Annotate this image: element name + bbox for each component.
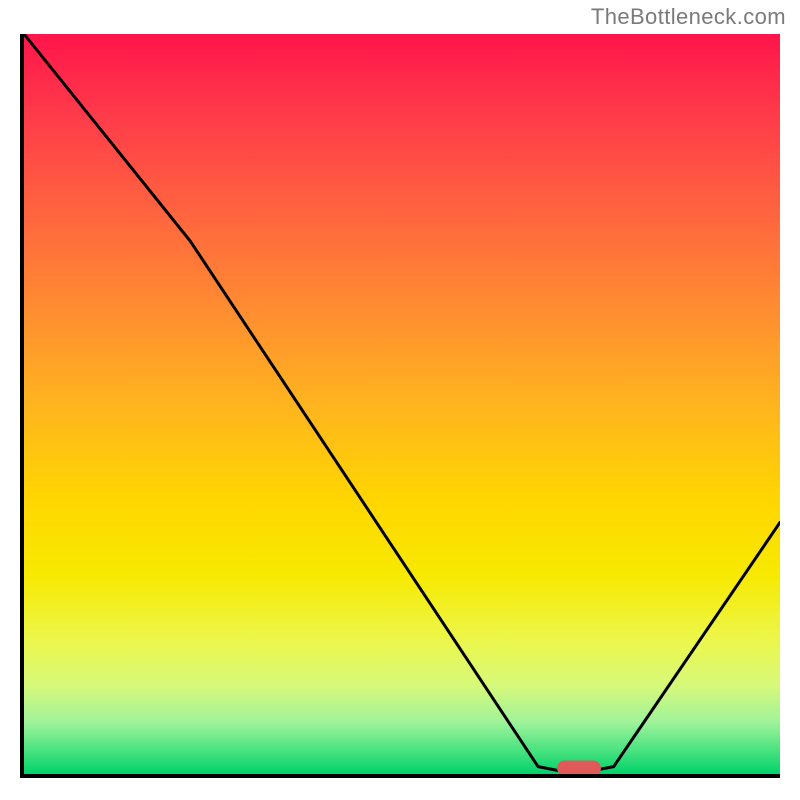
bottleneck-chart: TheBottleneck.com <box>0 0 800 800</box>
optimal-marker <box>557 761 601 776</box>
watermark-text: TheBottleneck.com <box>591 4 786 30</box>
bottleneck-curve <box>24 34 780 774</box>
plot-area <box>20 34 780 778</box>
curve-path <box>24 34 780 774</box>
